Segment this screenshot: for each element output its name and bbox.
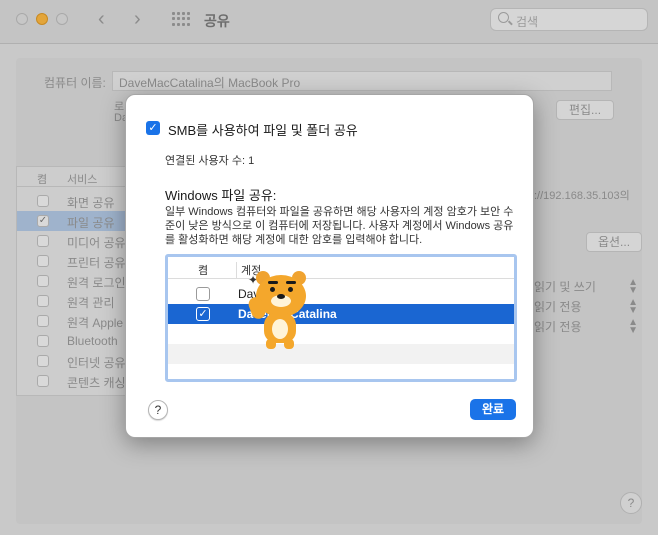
background-help-button[interactable]: ? xyxy=(620,492,642,514)
service-row[interactable]: 콘텐츠 캐싱 xyxy=(17,371,127,391)
service-checkbox[interactable] xyxy=(37,195,49,207)
service-label: 인터넷 공유 xyxy=(67,356,126,370)
permission-label: 읽기 전용 xyxy=(534,320,582,334)
service-checkbox[interactable] xyxy=(37,355,49,367)
show-all-grid-icon[interactable] xyxy=(172,12,190,26)
service-label: 원격 로그인 xyxy=(67,276,126,290)
account-row[interactable]: Dav xyxy=(168,284,514,304)
smb-share-label[interactable]: SMB를 사용하여 파일 및 폴더 공유 xyxy=(168,120,358,139)
service-row[interactable]: 원격 Apple xyxy=(17,311,127,331)
service-row[interactable]: Bluetooth xyxy=(17,331,127,351)
permission-popup[interactable]: 읽기 전용 ▲ ▼ xyxy=(534,298,642,318)
help-button[interactable]: ? xyxy=(148,400,168,420)
zoom-window-button[interactable] xyxy=(56,13,68,25)
computer-name-label: 컴퓨터 이름: xyxy=(44,76,106,90)
search-icon xyxy=(498,12,509,23)
service-row[interactable]: 원격 관리 xyxy=(17,291,127,311)
permission-popup[interactable]: 읽기 및 쓰기 ▲ ▼ xyxy=(534,278,642,298)
service-row[interactable]: 미디어 공유 xyxy=(17,231,127,251)
service-row[interactable]: 원격 로그인 xyxy=(17,271,127,291)
service-row[interactable]: ✓ 파일 공유 xyxy=(17,211,127,231)
service-row[interactable]: 화면 공유 xyxy=(17,191,127,211)
popup-arrows-icon: ▲ ▼ xyxy=(628,297,638,316)
options-button[interactable]: 옵션... xyxy=(586,232,642,252)
popup-arrows-icon: ▲ ▼ xyxy=(628,317,638,336)
minimize-window-button[interactable] xyxy=(36,13,48,25)
service-label: 미디어 공유 xyxy=(67,236,126,250)
service-row[interactable]: 프린터 공유 xyxy=(17,251,127,271)
empty-row xyxy=(168,324,514,344)
title-bar: ‹ › 공유 검색 xyxy=(0,0,658,44)
service-checkbox[interactable] xyxy=(37,235,49,247)
service-label: 프린터 공유 xyxy=(67,256,126,270)
edit-button[interactable]: 편집... xyxy=(556,100,614,120)
service-label: 콘텐츠 캐싱 xyxy=(67,376,126,390)
computer-name-field[interactable]: DaveMacCatalina의 MacBook Pro xyxy=(112,71,612,91)
search-field[interactable]: 검색 xyxy=(490,8,648,31)
done-button[interactable]: 완료 xyxy=(470,399,516,420)
services-header-on: 켬 xyxy=(37,174,48,186)
service-label: 화면 공유 xyxy=(67,196,115,210)
ryan-sticker-icon xyxy=(246,265,312,351)
permission-label: 읽기 전용 xyxy=(534,300,582,314)
smb-options-sheet: ✓ SMB를 사용하여 파일 및 폴더 공유 연결된 사용자 수: 1 Wind… xyxy=(125,94,534,438)
smb-share-checkbox[interactable]: ✓ xyxy=(146,121,160,135)
window-title: 공유 xyxy=(204,13,230,29)
account-checkbox[interactable] xyxy=(196,287,210,301)
empty-row xyxy=(168,344,514,364)
windows-sharing-description: 일부 Windows 컴퓨터와 파일을 공유하면 해당 사용자의 계정 암호가 … xyxy=(165,206,514,246)
account-row[interactable]: ✓ DaveMacCatalina xyxy=(168,304,514,324)
permission-label: 읽기 및 쓰기 xyxy=(534,280,596,294)
service-checkbox[interactable] xyxy=(37,375,49,387)
empty-row xyxy=(168,364,514,379)
windows-file-sharing-title: Windows 파일 공유: xyxy=(165,188,277,203)
permission-popup[interactable]: 읽기 전용 ▲ ▼ xyxy=(534,318,642,338)
permissions-list: 읽기 및 쓰기 ▲ ▼ 읽기 전용 ▲ ▼ 읽기 전용 ▲ ▼ xyxy=(534,278,642,338)
close-window-button[interactable] xyxy=(16,13,28,25)
service-checkbox[interactable] xyxy=(37,275,49,287)
forward-button[interactable]: › xyxy=(134,9,141,29)
service-label: 파일 공유 xyxy=(67,216,115,230)
service-checkbox[interactable] xyxy=(37,255,49,267)
service-checkbox[interactable]: ✓ xyxy=(37,215,49,227)
connected-users-count: 연결된 사용자 수: 1 xyxy=(165,155,255,167)
accounts-table: 켬 계정 Dav ✓ DaveMacCatalina xyxy=(165,254,517,382)
accounts-table-header: 켬 계정 xyxy=(168,257,514,279)
service-checkbox[interactable] xyxy=(37,335,49,347)
service-row[interactable]: 인터넷 공유 xyxy=(17,351,127,371)
service-label: Bluetooth xyxy=(67,334,118,348)
service-checkbox[interactable] xyxy=(37,295,49,307)
services-header-name: 서비스 xyxy=(67,174,98,186)
back-button[interactable]: ‹ xyxy=(98,9,105,29)
search-placeholder: 검색 xyxy=(516,15,539,29)
popup-arrows-icon: ▲ ▼ xyxy=(628,277,638,296)
service-checkbox[interactable] xyxy=(37,315,49,327)
account-checkbox[interactable]: ✓ xyxy=(196,307,210,321)
services-header: 켬 서비스 xyxy=(17,167,127,187)
header-on: 켬 xyxy=(198,265,209,277)
server-address-fragment: ://192.168.35.103의 xyxy=(534,190,630,202)
service-label: 원격 Apple xyxy=(67,316,124,330)
services-list: 켬 서비스 화면 공유 ✓ 파일 공유 미디어 공유 프린터 공유 원격 로그인 … xyxy=(16,166,128,396)
service-label: 원격 관리 xyxy=(67,296,115,310)
